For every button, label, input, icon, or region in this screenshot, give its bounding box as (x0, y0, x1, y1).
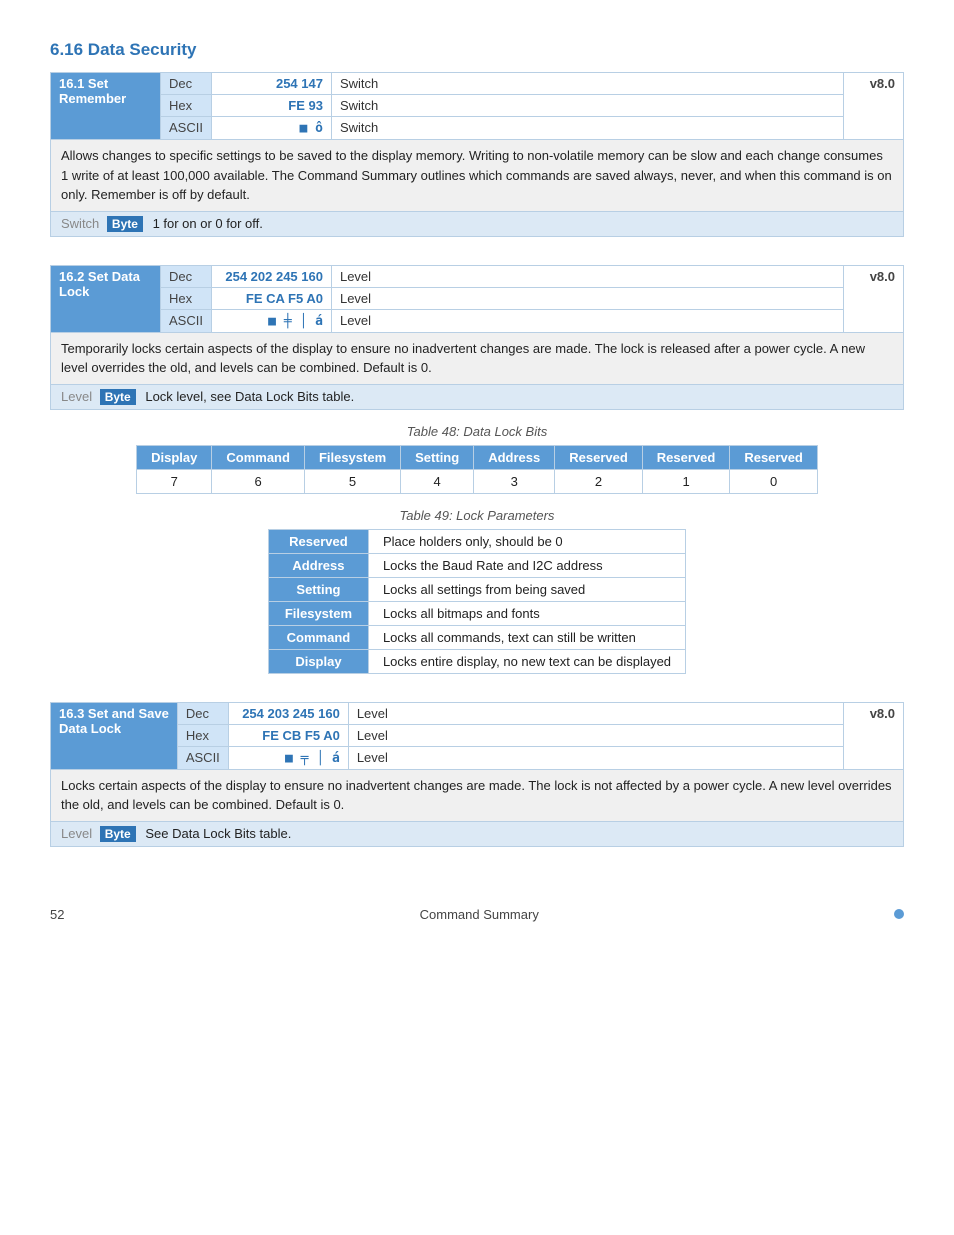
table49-name-1: Address (268, 553, 368, 577)
cmd-161-description: Allows changes to specific settings to b… (51, 140, 904, 212)
cmd-162-dec-label: Dec (161, 265, 212, 287)
table48-header-7: Reserved (730, 445, 818, 469)
table49-desc-4: Locks all commands, text can still be wr… (368, 625, 685, 649)
cmd-163-hex-label: Hex (177, 724, 228, 746)
cmd-162-version: v8.0 (844, 265, 904, 332)
cmd-162-dec-value: 254 202 245 160 (211, 265, 331, 287)
cmd-163-param2: Level (348, 724, 843, 746)
cmd-162-param2: Level (331, 287, 843, 309)
table48-value-0: 7 (137, 469, 212, 493)
cmd-161-table: 16.1 Set Remember Dec 254 147 Switch v8.… (50, 72, 904, 237)
cmd-161-dec-label: Dec (161, 73, 212, 95)
table48-header-5: Reserved (555, 445, 643, 469)
footer-label: Command Summary (420, 907, 539, 922)
table49-desc-5: Locks entire display, no new text can be… (368, 649, 685, 673)
cmd-163-table: 16.3 Set and Save Data Lock Dec 254 203 … (50, 702, 904, 847)
footer-dot-icon (894, 909, 904, 919)
cmd-161-hex-value: FE 93 (211, 95, 331, 117)
table48-value-6: 1 (642, 469, 730, 493)
table48-header-0: Display (137, 445, 212, 469)
cmd-162-param-row: Level Byte Lock level, see Data Lock Bit… (51, 384, 904, 409)
cmd-163-ascii-value: ■ ╤ │ á (228, 746, 348, 769)
cmd-161-ascii-label: ASCII (161, 117, 212, 140)
cmd-161-version: v8.0 (844, 73, 904, 140)
table49-row-5: DisplayLocks entire display, no new text… (268, 649, 685, 673)
cmd-162-param3: Level (331, 309, 843, 332)
table48-header-2: Filesystem (304, 445, 400, 469)
table49-row-1: AddressLocks the Baud Rate and I2C addre… (268, 553, 685, 577)
table49-name-2: Setting (268, 577, 368, 601)
cmd-163-ascii-label: ASCII (177, 746, 228, 769)
cmd-161-param2: Switch (331, 95, 843, 117)
table49-name-0: Reserved (268, 529, 368, 553)
cmd-161-dec-value: 254 147 (211, 73, 331, 95)
cmd-162-hex-value: FE CA F5 A0 (211, 287, 331, 309)
cmd-161-param1: Switch (331, 73, 843, 95)
cmd-163-hex-value: FE CB F5 A0 (228, 724, 348, 746)
cmd-161-param3: Switch (331, 117, 843, 140)
table48-value-3: 4 (401, 469, 474, 493)
table49-name-3: Filesystem (268, 601, 368, 625)
cmd-163-description: Locks certain aspects of the display to … (51, 769, 904, 821)
footer-page: 52 (50, 907, 64, 922)
cmd-161-param-row: Switch Byte 1 for on or 0 for off. (51, 211, 904, 236)
cmd-162-description: Temporarily locks certain aspects of the… (51, 332, 904, 384)
table49-desc-1: Locks the Baud Rate and I2C address (368, 553, 685, 577)
cmd-161-ascii-value: ■ ô (211, 117, 331, 140)
page-footer: 52 Command Summary (50, 907, 904, 922)
cmd-162-ascii-value: ■ ╪ │ á (211, 309, 331, 332)
cmd-162-ascii-label: ASCII (161, 309, 212, 332)
section-163: 16.3 Set and Save Data Lock Dec 254 203 … (50, 702, 904, 847)
table48-value-7: 0 (730, 469, 818, 493)
table48-value-5: 2 (555, 469, 643, 493)
table48-value-2: 5 (304, 469, 400, 493)
cmd-162-table: 16.2 Set Data Lock Dec 254 202 245 160 L… (50, 265, 904, 410)
cmd-163-param-row: Level Byte See Data Lock Bits table. (51, 821, 904, 846)
table49-row-3: FilesystemLocks all bitmaps and fonts (268, 601, 685, 625)
cmd-163-dec-label: Dec (177, 702, 228, 724)
cmd-162-hex-label: Hex (161, 287, 212, 309)
cmd-163-param3: Level (348, 746, 843, 769)
section-162: 16.2 Set Data Lock Dec 254 202 245 160 L… (50, 265, 904, 674)
table48-caption: Table 48: Data Lock Bits (50, 424, 904, 439)
table48-value-4: 3 (474, 469, 555, 493)
table49-row-2: SettingLocks all settings from being sav… (268, 577, 685, 601)
cmd-162-id: 16.2 Set Data Lock (51, 265, 161, 332)
table49-name-5: Display (268, 649, 368, 673)
cmd-161-hex-label: Hex (161, 95, 212, 117)
table48-header-3: Setting (401, 445, 474, 469)
table48-header-1: Command (212, 445, 305, 469)
table49-caption: Table 49: Lock Parameters (50, 508, 904, 523)
table48-value-1: 6 (212, 469, 305, 493)
cmd-163-dec-value: 254 203 245 160 (228, 702, 348, 724)
table48-header-4: Address (474, 445, 555, 469)
table48-header-6: Reserved (642, 445, 730, 469)
table49-row-4: CommandLocks all commands, text can stil… (268, 625, 685, 649)
cmd-163-param1: Level (348, 702, 843, 724)
table49-name-4: Command (268, 625, 368, 649)
table49-desc-2: Locks all settings from being saved (368, 577, 685, 601)
cmd-163-version: v8.0 (844, 702, 904, 769)
table48: DisplayCommandFilesystemSettingAddressRe… (136, 445, 818, 494)
cmd-161-id: 16.1 Set Remember (51, 73, 161, 140)
table49-desc-0: Place holders only, should be 0 (368, 529, 685, 553)
cmd-163-id: 16.3 Set and Save Data Lock (51, 702, 178, 769)
cmd-162-param1: Level (331, 265, 843, 287)
section-161: 16.1 Set Remember Dec 254 147 Switch v8.… (50, 72, 904, 237)
section-title: 6.16 Data Security (50, 40, 904, 60)
table49-desc-3: Locks all bitmaps and fonts (368, 601, 685, 625)
table49-row-0: ReservedPlace holders only, should be 0 (268, 529, 685, 553)
table49: ReservedPlace holders only, should be 0A… (268, 529, 686, 674)
